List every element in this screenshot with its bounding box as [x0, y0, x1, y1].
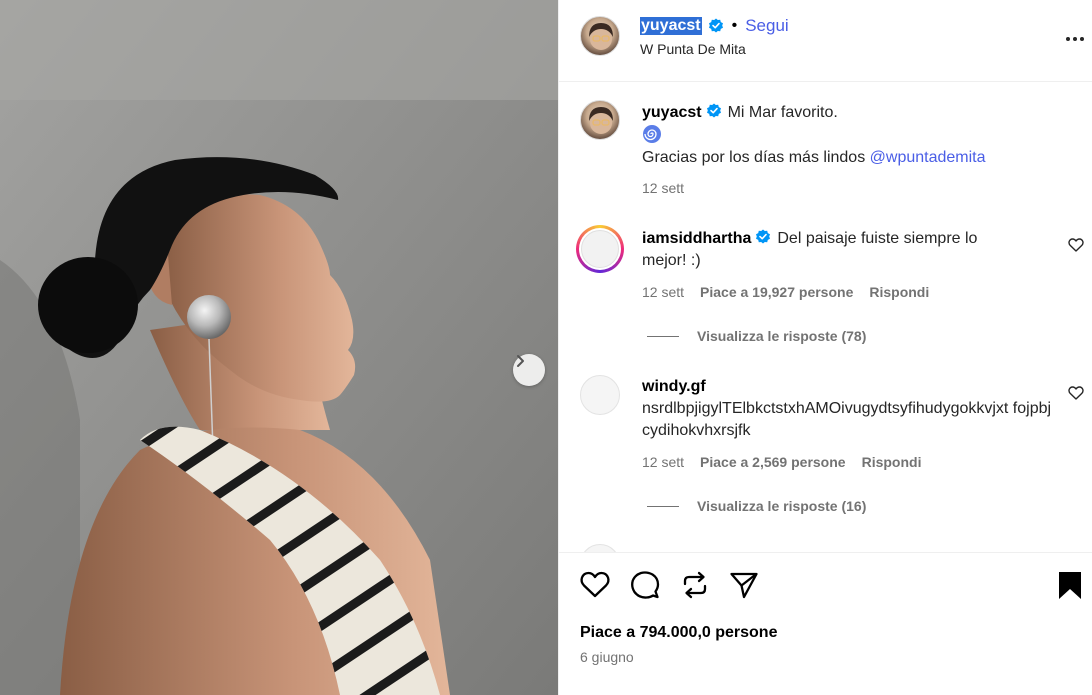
verified-badge-icon	[706, 103, 721, 118]
caption-meta: 12 sett	[642, 180, 684, 196]
heart-icon[interactable]	[579, 569, 611, 601]
commenter-avatar[interactable]	[580, 375, 620, 415]
commenter-avatar[interactable]	[580, 544, 620, 552]
comment-like-heart-icon[interactable]	[1068, 237, 1084, 253]
chevron-right-icon	[517, 355, 524, 367]
caption-line1: Mi Mar favorito.	[727, 104, 838, 121]
replies-divider	[647, 335, 679, 337]
comment-reply-button[interactable]: Rispondi	[862, 454, 922, 470]
avatar-portrait	[589, 107, 613, 134]
next-image-button[interactable]	[513, 354, 545, 386]
comment-text: windy.gf nsrdlbpjigylTElbkctstxhAMOivugy…	[642, 376, 1052, 442]
comment-time[interactable]: 12 sett	[642, 284, 684, 300]
view-replies-button[interactable]: Visualizza le risposte (78)	[647, 328, 866, 344]
commenter-avatar[interactable]	[576, 225, 624, 273]
comment-text: iamsiddhartha Del paisaje fuiste siempre…	[642, 228, 1002, 272]
follow-button[interactable]: Segui	[745, 16, 788, 36]
caption-time[interactable]: 12 sett	[642, 180, 684, 196]
comment-username[interactable]: windy.gf	[642, 378, 706, 395]
caption-username[interactable]: yuyacst	[642, 104, 702, 121]
post-photo-illustration	[0, 0, 558, 695]
send-icon[interactable]	[728, 569, 760, 601]
author-info: yuyacst • Segui	[640, 16, 789, 36]
comment-likes-count[interactable]: Piace a 19,927 persone	[700, 284, 853, 300]
author-username[interactable]: yuyacst	[640, 17, 702, 35]
caption-avatar[interactable]	[580, 100, 620, 140]
comment-meta: 12 sett Piace a 2,569 persone Rispondi	[642, 454, 921, 470]
comment-username[interactable]: iamsiddhartha	[642, 230, 751, 247]
post-actions: Piace a 794.000,0 persone 6 giugno	[559, 552, 1092, 695]
view-replies-label: Visualizza le risposte (16)	[697, 498, 867, 514]
comment-like-heart-icon[interactable]	[1068, 385, 1084, 401]
repost-icon[interactable]	[679, 569, 711, 601]
avatar-portrait	[589, 23, 613, 50]
comment-icon[interactable]	[629, 569, 661, 601]
post-likes-count[interactable]: Piace a 794.000,0 persone	[580, 624, 777, 642]
comment-likes-count[interactable]: Piace a 2,569 persone	[700, 454, 846, 470]
separator-dot: •	[731, 17, 738, 34]
caption-mention[interactable]: @wpuntademita	[870, 149, 986, 166]
more-horizontal-icon[interactable]	[1064, 30, 1086, 48]
comment-body: nsrdlbpjigylTElbkctstxhAMOivugydtsyfihud…	[642, 400, 1052, 439]
post-image[interactable]	[0, 0, 558, 695]
replies-divider	[647, 505, 679, 507]
post-location[interactable]: W Punta De Mita	[640, 41, 746, 57]
caption-text: yuyacst Mi Mar favorito. 🌀 Gracias por l…	[642, 102, 1052, 169]
post-side-panel: yuyacst • Segui W Punta De Mita yuyacst …	[558, 0, 1092, 695]
post-header: yuyacst • Segui W Punta De Mita	[559, 0, 1092, 82]
bookmark-filled-icon[interactable]	[1054, 569, 1086, 601]
caption-line2: Gracias por los días más lindos	[642, 149, 870, 166]
comment-reply-button[interactable]: Rispondi	[869, 284, 929, 300]
view-replies-label: Visualizza le risposte (78)	[697, 328, 867, 344]
verified-badge-icon	[708, 18, 723, 33]
comments-list[interactable]: yuyacst Mi Mar favorito. 🌀 Gracias por l…	[559, 82, 1092, 552]
verified-badge-icon	[756, 229, 771, 244]
comment-meta: 12 sett Piace a 19,927 persone Rispondi	[642, 284, 929, 300]
view-replies-button[interactable]: Visualizza le risposte (16)	[647, 498, 866, 514]
post-date[interactable]: 6 giugno	[580, 649, 634, 665]
comment-time[interactable]: 12 sett	[642, 454, 684, 470]
author-avatar[interactable]	[580, 16, 620, 56]
cyclone-emoji-icon	[643, 125, 661, 143]
